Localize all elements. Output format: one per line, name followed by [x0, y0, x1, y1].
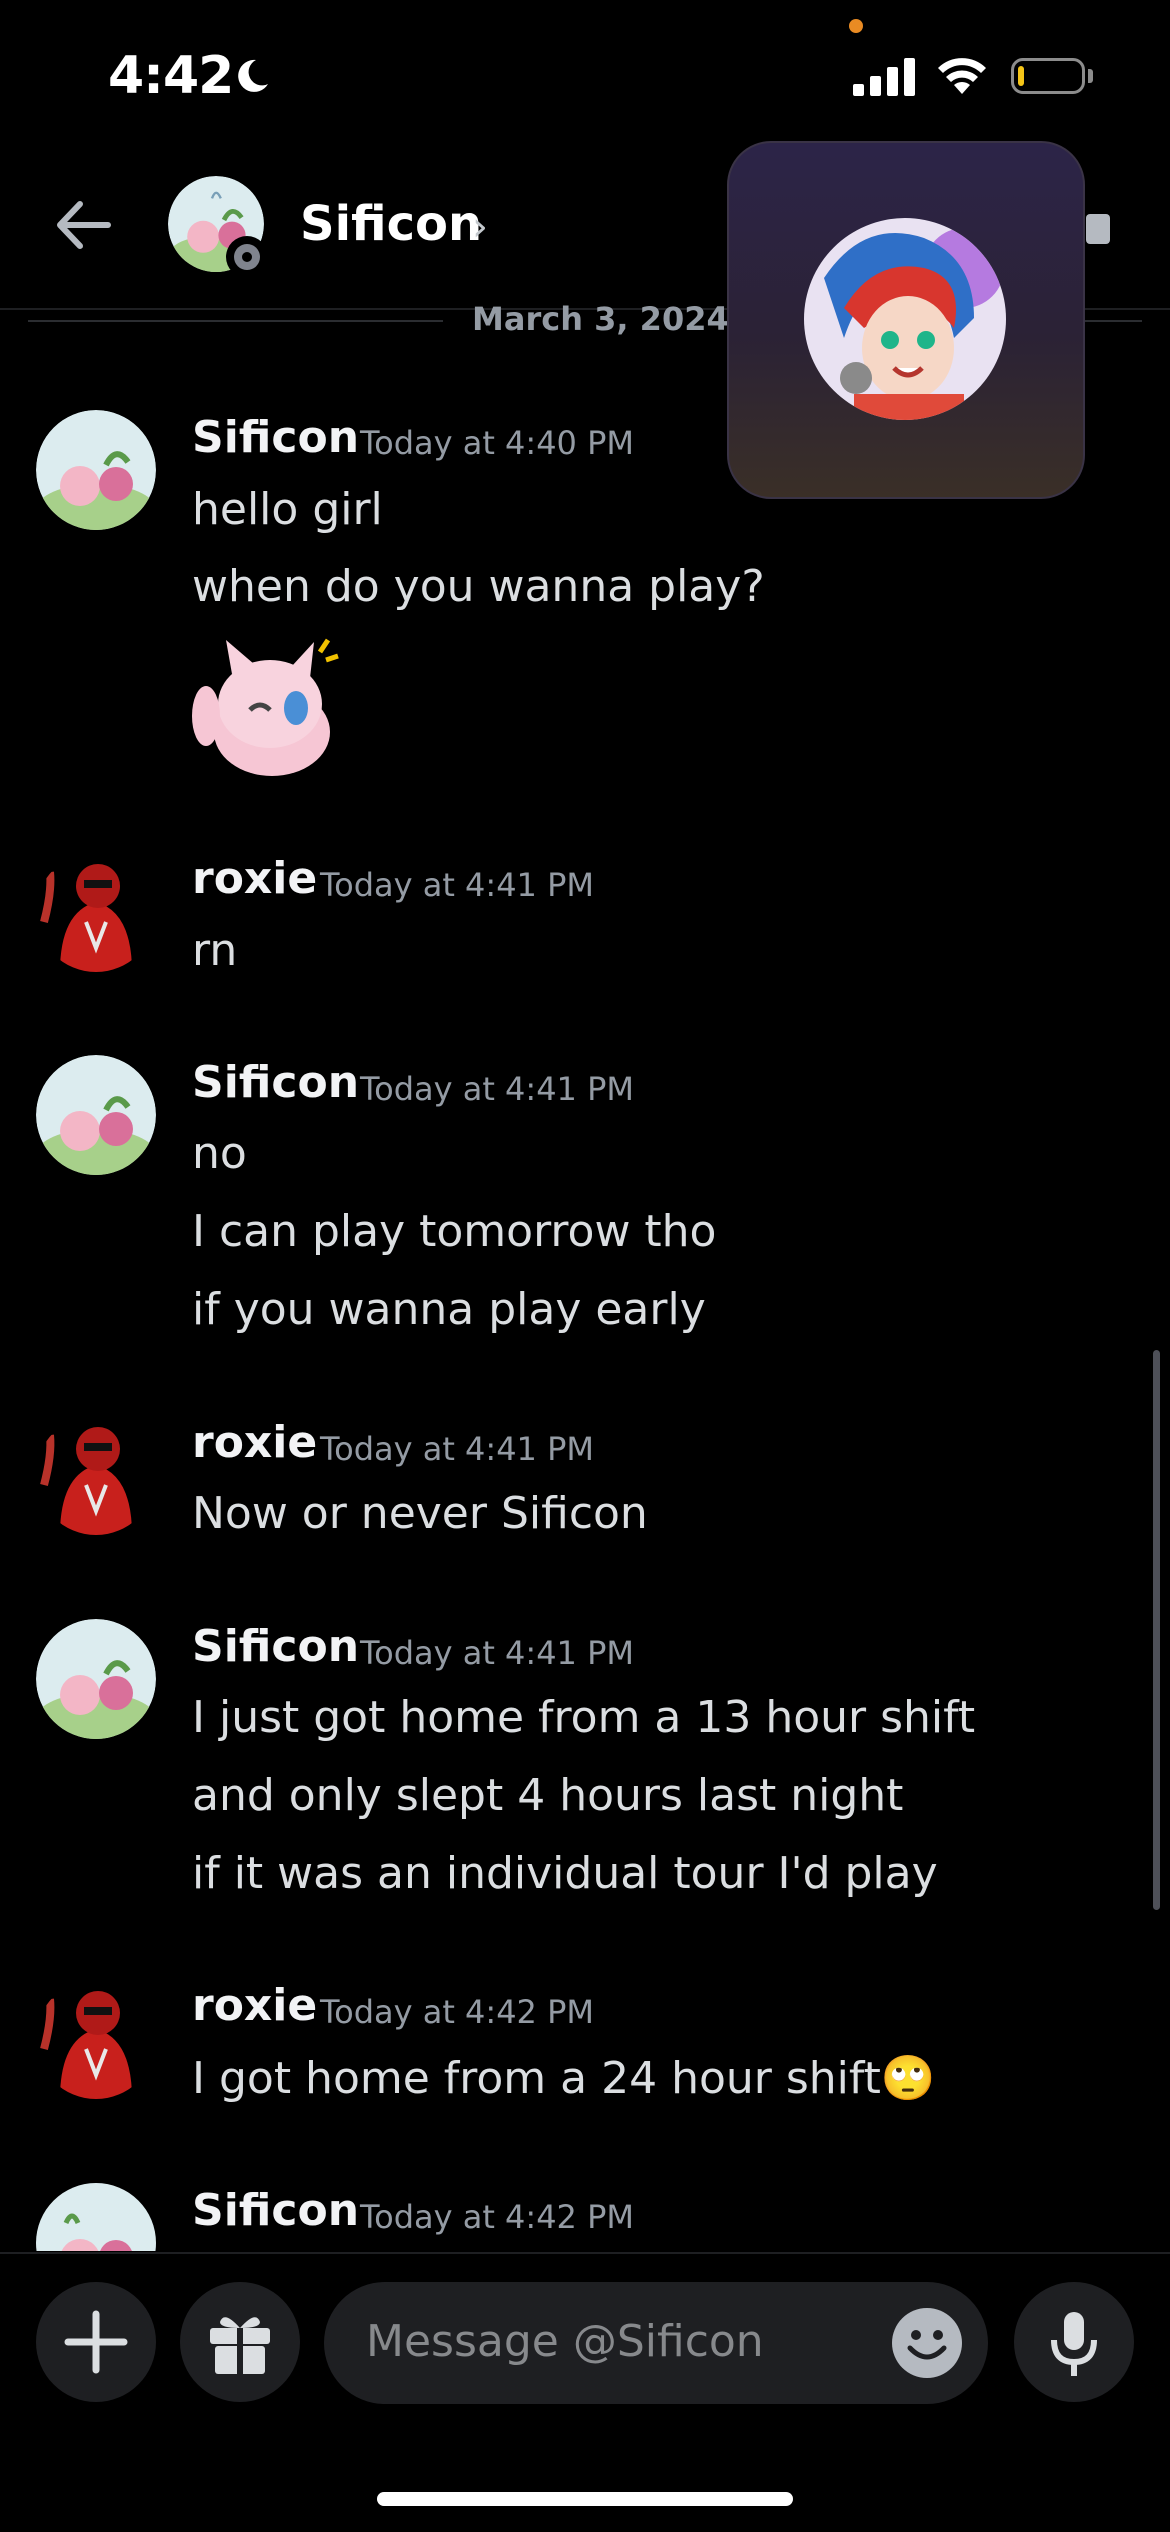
message-timestamp: Today at 4:41 PM: [320, 866, 594, 904]
message-author[interactable]: Sificon: [192, 412, 359, 463]
battery-icon: [1011, 58, 1085, 94]
avatar-art: [36, 1055, 156, 1175]
avatar-art: [36, 410, 156, 530]
avatar[interactable]: [36, 410, 156, 530]
message-author[interactable]: Sificon: [192, 2185, 359, 2236]
microphone-icon: [1051, 2312, 1097, 2376]
message-text: rn: [192, 925, 238, 976]
avatar[interactable]: [36, 852, 156, 972]
message-text: and only slept 4 hours last night: [192, 1770, 904, 1821]
moon-icon: [238, 59, 268, 92]
message-text: if you wanna play early: [192, 1284, 706, 1335]
message-text: if it was an individual tour I'd play: [192, 1848, 938, 1899]
message-author[interactable]: roxie: [192, 1980, 317, 2031]
avatar-art: [804, 218, 1006, 420]
message-text: I can play tomorrow tho: [192, 1206, 717, 1257]
message-timestamp: Today at 4:41 PM: [360, 1070, 634, 1108]
avatar-art: [36, 852, 156, 972]
message-text: I got home from a 24 hour shift🙄: [192, 2053, 936, 2104]
chevron-right-icon[interactable]: ›: [472, 204, 488, 250]
waving-pink-cat-sticker[interactable]: [192, 634, 340, 780]
date-divider-line: [28, 320, 443, 322]
privacy-indicator-dot: [849, 19, 863, 33]
voice-message-button[interactable]: [1014, 2282, 1134, 2402]
message-text: Now or never Sificon: [192, 1488, 648, 1539]
avatar-art: [36, 1415, 156, 1535]
message-timestamp: Today at 4:41 PM: [320, 1430, 594, 1468]
message-author[interactable]: roxie: [192, 853, 317, 904]
avatar-art: [36, 1979, 156, 2099]
emoji-icon: [907, 2330, 947, 2360]
header-username[interactable]: Sificon: [300, 196, 482, 252]
avatar-art: [36, 1619, 156, 1739]
message-author[interactable]: roxie: [192, 1417, 317, 1468]
message-text: I just got home from a 13 hour shift: [192, 1692, 976, 1743]
message-author[interactable]: Sificon: [192, 1621, 359, 1672]
video-call-icon[interactable]: [1086, 214, 1110, 244]
message-text: hello girl: [192, 484, 383, 535]
composer-divider: [0, 2252, 1170, 2254]
gift-icon: [210, 2317, 270, 2374]
status-time: 4:42: [108, 46, 234, 106]
gift-button[interactable]: [180, 2282, 300, 2402]
avatar[interactable]: [36, 1619, 156, 1739]
wifi-icon: [938, 58, 986, 94]
attach-button[interactable]: [36, 2282, 156, 2402]
message-timestamp: Today at 4:41 PM: [360, 1634, 634, 1672]
message-text: no: [192, 1128, 247, 1179]
scrollbar[interactable]: [1153, 1350, 1160, 1910]
home-indicator[interactable]: [377, 2492, 793, 2506]
avatar[interactable]: [36, 2183, 156, 2251]
avatar[interactable]: [36, 1055, 156, 1175]
plus-icon: [64, 2310, 128, 2374]
message-text: when do you wanna play?: [192, 561, 765, 612]
message-author[interactable]: Sificon: [192, 1057, 359, 1108]
avatar[interactable]: [36, 1979, 156, 2099]
battery-tip: [1088, 69, 1093, 83]
message-timestamp: Today at 4:40 PM: [360, 424, 634, 462]
signal-icon: [853, 58, 915, 96]
avatar-art: [36, 2183, 156, 2251]
call-participant-avatar[interactable]: [804, 218, 1006, 420]
message-timestamp: Today at 4:42 PM: [360, 2198, 634, 2236]
back-arrow-icon[interactable]: [52, 194, 114, 256]
status-offline-indicator: [226, 236, 268, 278]
date-divider-label: March 3, 2024: [472, 300, 729, 338]
message-timestamp: Today at 4:42 PM: [320, 1993, 594, 2031]
emoji-button[interactable]: [892, 2308, 962, 2378]
message-input-placeholder[interactable]: Message @Sificon: [366, 2316, 764, 2367]
avatar[interactable]: [36, 1415, 156, 1535]
